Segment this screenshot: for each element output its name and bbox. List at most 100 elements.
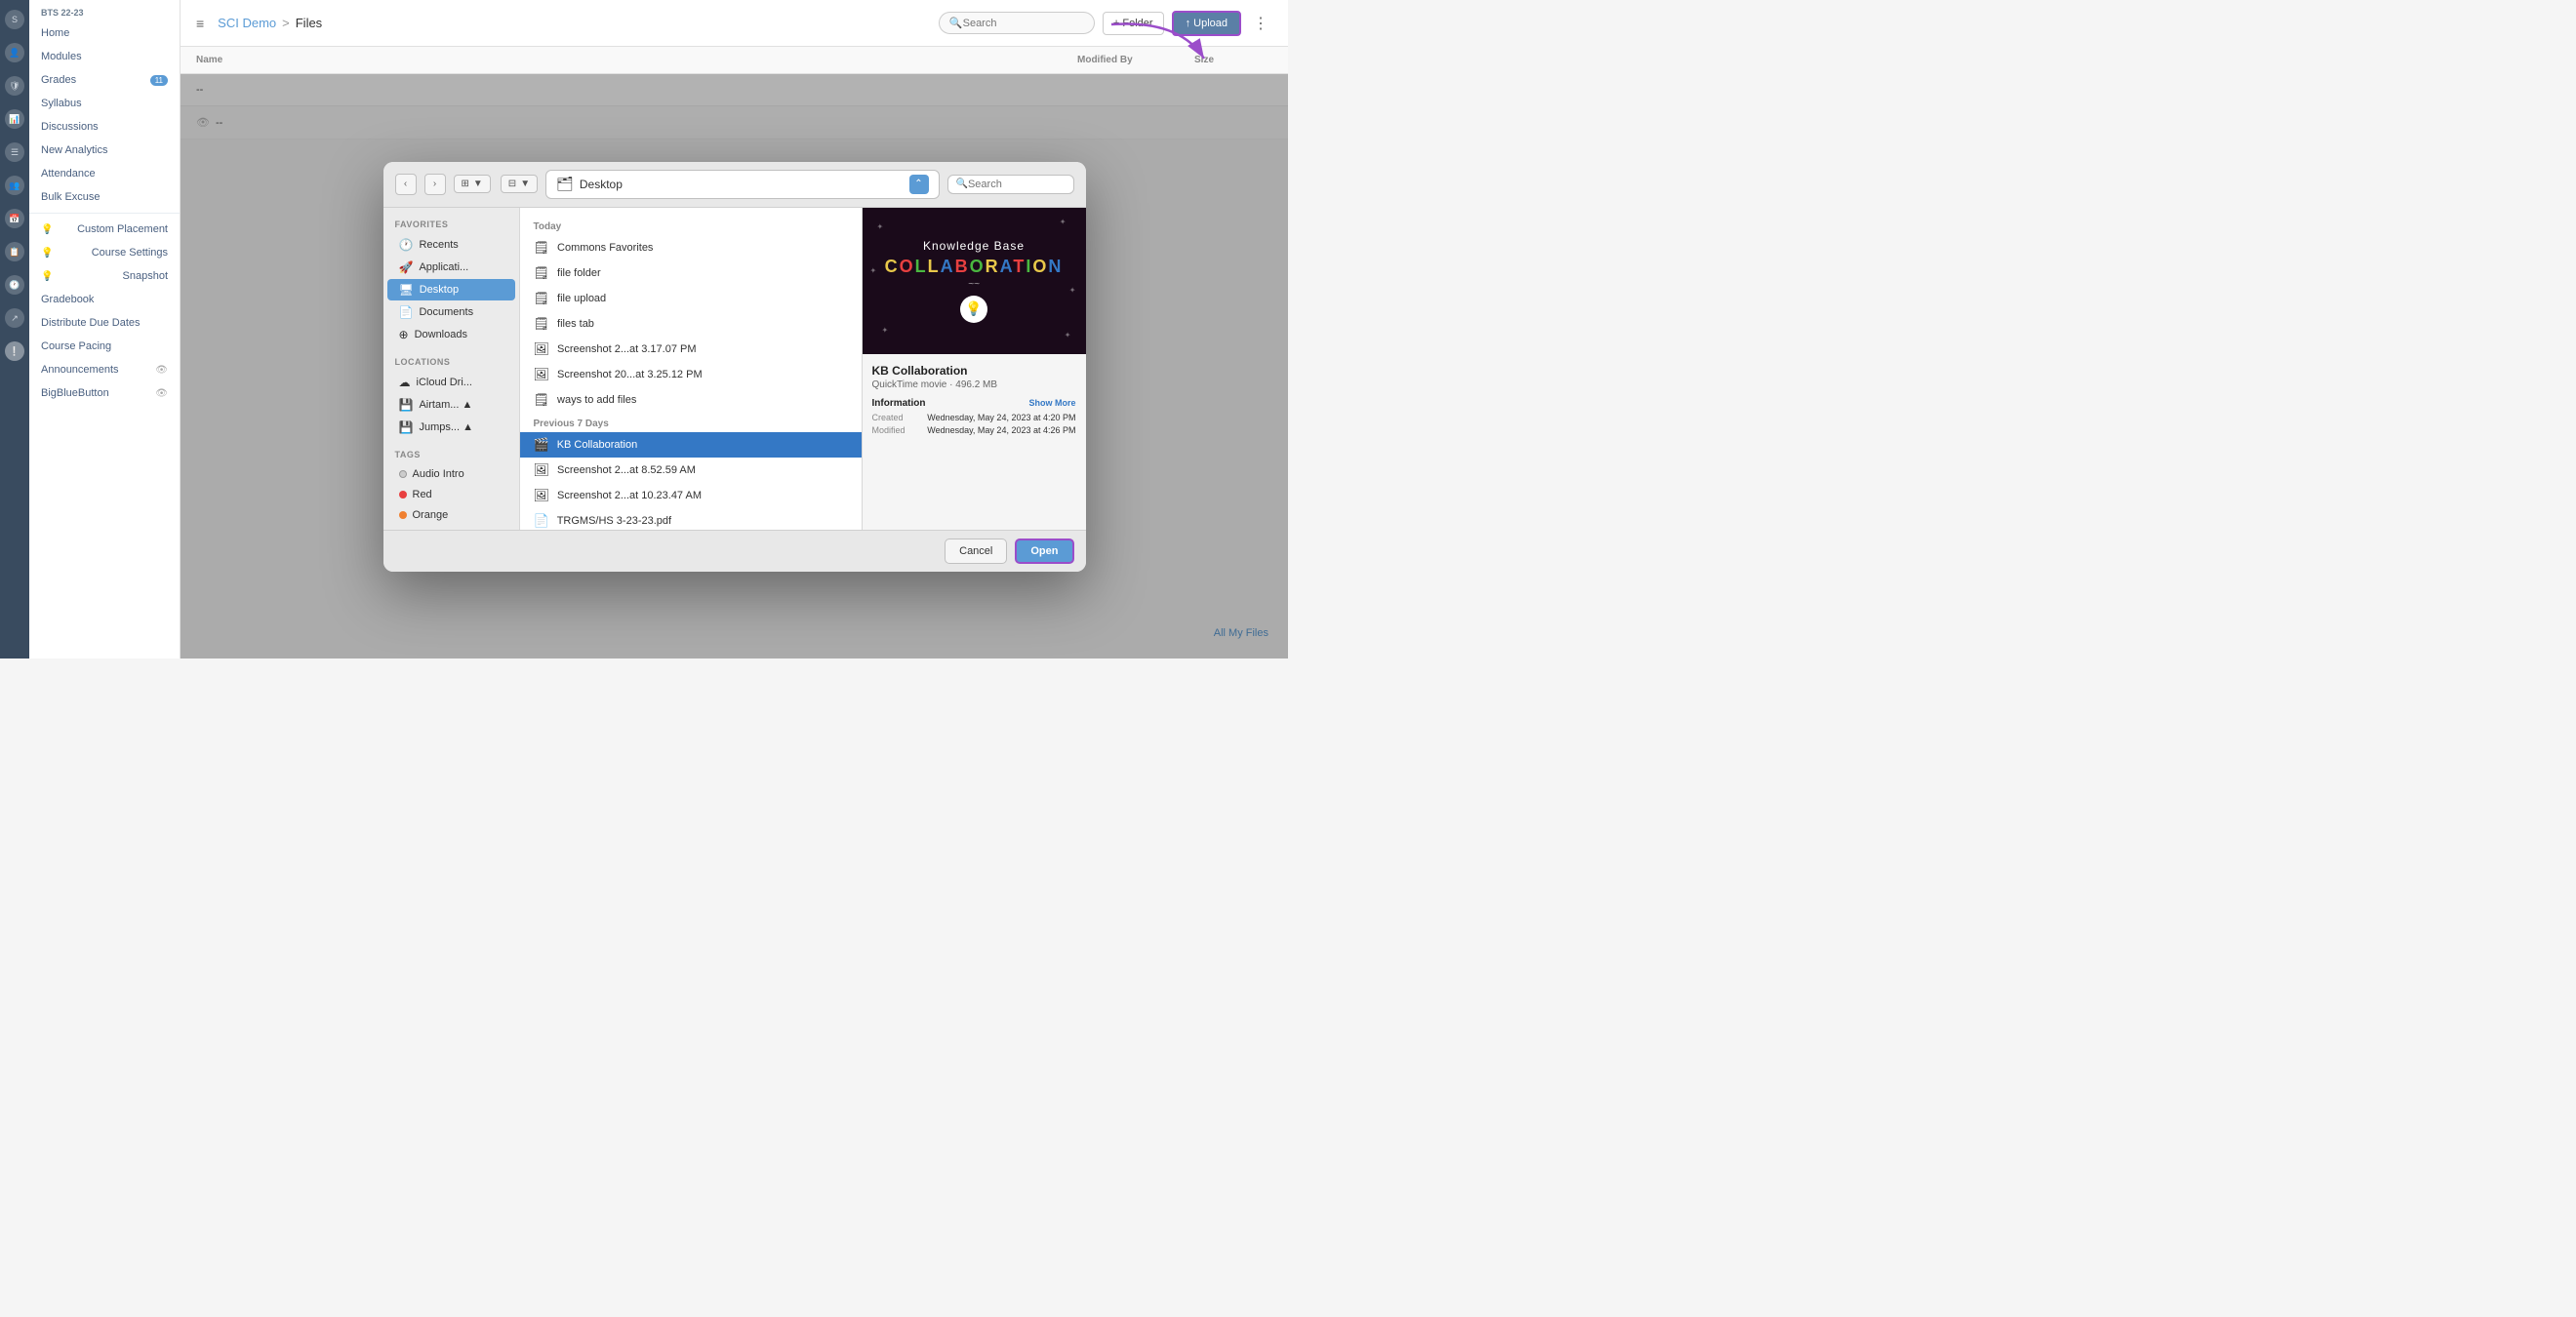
prev7-label: Previous 7 Days — [520, 413, 862, 432]
sidebar-item-gradebook[interactable]: Gradebook — [29, 288, 180, 311]
list-item-file-folder[interactable]: 🗒 file folder — [520, 260, 862, 286]
breadcrumb: ≡ SCI Demo > Files — [196, 16, 322, 31]
lightbulb-icon: 💡 — [41, 271, 53, 282]
eye-icon: 👁 — [155, 365, 168, 376]
red-dot — [399, 491, 407, 499]
image-icon: 🖼 — [534, 462, 550, 478]
sidebar-item-custom-placement[interactable]: 💡 Custom Placement — [29, 218, 180, 241]
list-item-ways-to-add[interactable]: 🗒 ways to add files — [520, 387, 862, 413]
course-label: BTS 22-23 — [29, 0, 180, 21]
grade-icon: 📋 — [5, 242, 24, 261]
preview-thumbnail: ✦ ✦ ✦ ✦ ✦ ✦ Knowledge Base C — [863, 208, 1086, 354]
folder-icon: 🗂 — [556, 176, 574, 192]
recents-icon: 🕐 — [399, 238, 414, 252]
file-icon: 🗒 — [534, 392, 550, 408]
grades-badge: 11 — [150, 75, 168, 86]
more-options-icon[interactable]: ⋮ — [1249, 10, 1272, 37]
open-button[interactable]: Open — [1015, 539, 1073, 564]
search-icon: 🔍 — [956, 179, 968, 189]
menu-icon[interactable]: ≡ — [196, 16, 204, 31]
search-box[interactable]: 🔍 — [939, 12, 1095, 34]
sidebar-item-syllabus[interactable]: Syllabus — [29, 92, 180, 115]
favorites-label: Favorites — [383, 216, 519, 233]
cancel-button[interactable]: Cancel — [945, 539, 1007, 564]
list-item-screenshot3[interactable]: 🖼 Screenshot 2...at 8.52.59 AM — [520, 458, 862, 483]
chevron-icon: ⌃ — [914, 179, 922, 189]
list-item-files-tab[interactable]: 🗒 files tab — [520, 311, 862, 337]
back-button[interactable]: ‹ — [395, 174, 417, 195]
sidebar-item-bigbluebutton[interactable]: BigBlueButton 👁 — [29, 381, 180, 405]
sidebar-item-course-settings[interactable]: 💡 Course Settings — [29, 241, 180, 264]
people-icon: 👥 — [5, 176, 24, 195]
sidebar-item-modules[interactable]: Modules — [29, 45, 180, 68]
alert-icon: ❕ — [5, 341, 24, 361]
sidebar-item-distribute-due-dates[interactable]: Distribute Due Dates — [29, 311, 180, 335]
forward-button[interactable]: › — [424, 174, 446, 195]
desktop-icon: 🖥 — [399, 283, 414, 297]
kb-collab-row-wrapper: 🎬 KB Collaboration — [520, 432, 862, 458]
sidebar-item-announcements[interactable]: Announcements 👁 — [29, 358, 180, 381]
list-item-screenshot1[interactable]: 🖼 Screenshot 2...at 3.17.07 PM — [520, 337, 862, 362]
user-icon: 👤 — [5, 43, 24, 62]
list-item-kb-collab[interactable]: 🎬 KB Collaboration — [520, 432, 862, 458]
sidebar-item-snapshot[interactable]: 💡 Snapshot — [29, 264, 180, 288]
sidebar-item-audio-intro[interactable]: Audio Intro — [387, 464, 515, 484]
course-sidebar: BTS 22-23 Home Modules Grades 11 Syllabu… — [29, 0, 181, 658]
eye-icon: 👁 — [155, 388, 168, 399]
sidebar-item-orange[interactable]: Orange — [387, 505, 515, 525]
col-name-header: Name — [196, 55, 1077, 65]
course-name[interactable]: SCI Demo — [218, 16, 276, 30]
list-item-commons-fav[interactable]: 🗒 Commons Favorites — [520, 235, 862, 260]
location-chevron-button[interactable]: ⌃ — [909, 175, 929, 194]
sidebar-item-course-pacing[interactable]: Course Pacing — [29, 335, 180, 358]
dialog-body: Favorites 🕐 Recents 🚀 Applicati... 🖥 Des… — [383, 208, 1086, 530]
list-item-file-upload[interactable]: 🗒 file upload — [520, 286, 862, 311]
share-icon: ↗ — [5, 308, 24, 328]
applications-icon: 🚀 — [399, 260, 414, 274]
list-item-screenshot4[interactable]: 🖼 Screenshot 2...at 10.23.47 AM — [520, 483, 862, 508]
dropdown-icon2: ▼ — [520, 179, 530, 189]
sidebar-item-jumps[interactable]: 💾 Jumps... ▲ — [387, 417, 515, 438]
image-icon: 🖼 — [534, 367, 550, 382]
dialog-filelist: Today 🗒 Commons Favorites 🗒 file folder … — [520, 208, 862, 530]
documents-icon: 📄 — [399, 305, 414, 319]
layout-icon: ⊟ — [508, 179, 516, 189]
layout-toggle-button[interactable]: ⊟ ▼ — [501, 175, 538, 193]
sidebar-item-recents[interactable]: 🕐 Recents — [387, 234, 515, 256]
location-bar[interactable]: 🗂 Desktop ⌃ — [545, 170, 939, 199]
show-more-button[interactable]: Show More — [1028, 398, 1075, 408]
dialog-search-box[interactable]: 🔍 — [947, 175, 1074, 194]
pdf-icon: 📄 — [534, 513, 549, 529]
page-title: Files — [296, 16, 322, 30]
dialog-search-input[interactable] — [968, 179, 1056, 190]
sidebar-item-documents[interactable]: 📄 Documents — [387, 301, 515, 323]
view-toggle-button[interactable]: ⊞ ▼ — [454, 175, 491, 193]
orange-dot — [399, 511, 407, 519]
thumbnail-content: Knowledge Base COLLABORATION ~~ 💡 — [875, 229, 1073, 333]
breadcrumb-separator: > — [282, 16, 290, 30]
sidebar-item-home[interactable]: Home — [29, 21, 180, 45]
preview-info: KB Collaboration QuickTime movie · 496.2… — [863, 354, 1086, 530]
sidebar-item-discussions[interactable]: Discussions — [29, 115, 180, 139]
sidebar-item-airtam[interactable]: 💾 Airtam... ▲ — [387, 394, 515, 416]
sidebar-item-applications[interactable]: 🚀 Applicati... — [387, 257, 515, 278]
lightbulb-icon: 💡 — [41, 248, 53, 259]
file-picker-dialog: ‹ › ⊞ ▼ ⊟ ▼ 🗂 Desktop ⌃ — [383, 162, 1086, 572]
list-item-trgms[interactable]: 📄 TRGMS/HS 3-23-23.pdf — [520, 508, 862, 530]
sidebar-item-grades[interactable]: Grades 11 — [29, 68, 180, 92]
sidebar-item-downloads[interactable]: ⊕ Downloads — [387, 324, 515, 345]
list-item-screenshot2[interactable]: 🖼 Screenshot 20...at 3.25.12 PM — [520, 362, 862, 387]
upload-arrow-annotation — [1102, 15, 1219, 78]
sidebar-item-red[interactable]: Red — [387, 485, 515, 504]
sidebar-item-new-analytics[interactable]: New Analytics — [29, 139, 180, 162]
sidebar-item-icloud[interactable]: ☁ iCloud Dri... — [387, 372, 515, 393]
modified-row: Modified Wednesday, May 24, 2023 at 4:26… — [872, 425, 1076, 435]
search-input[interactable] — [963, 18, 1080, 29]
star-decoration: ✦ — [1060, 218, 1067, 226]
sidebar-item-attendance[interactable]: Attendance — [29, 162, 180, 185]
thumbnail-subtitle: ~~ — [885, 279, 1064, 290]
star-decoration: ✦ — [1065, 331, 1071, 339]
sidebar-item-bulk-excuse[interactable]: Bulk Excuse — [29, 185, 180, 209]
today-label: Today — [520, 216, 862, 235]
sidebar-item-desktop[interactable]: 🖥 Desktop — [387, 279, 515, 300]
